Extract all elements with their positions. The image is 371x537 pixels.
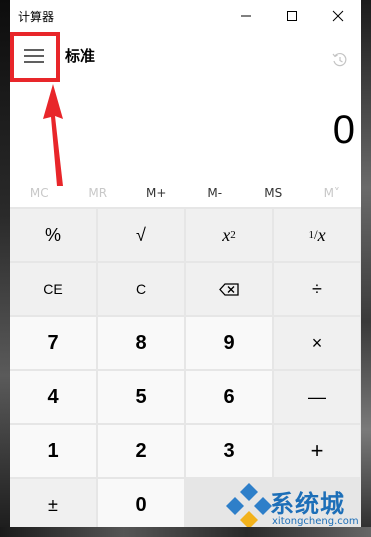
negate-button[interactable]: ±: [10, 479, 96, 527]
memory-store-button[interactable]: MS: [244, 179, 303, 207]
backspace-button[interactable]: [186, 263, 272, 315]
digit-8-button[interactable]: 8: [98, 317, 184, 369]
clear-button[interactable]: C: [98, 263, 184, 315]
memory-subtract-button[interactable]: M-: [186, 179, 245, 207]
watermark-logo-icon: [226, 483, 272, 527]
close-icon: [332, 10, 344, 22]
digit-7-button[interactable]: 7: [10, 317, 96, 369]
history-icon: [332, 52, 347, 67]
history-button[interactable]: [328, 48, 352, 72]
digit-0-button[interactable]: 0: [98, 479, 184, 527]
square-base: x: [222, 224, 231, 245]
minimize-icon: [241, 15, 251, 17]
watermark-url: xitongcheng.com: [272, 516, 359, 527]
divide-button[interactable]: ÷: [274, 263, 360, 315]
minimize-button[interactable]: [223, 0, 269, 32]
memory-clear-button[interactable]: MC: [10, 179, 69, 207]
digit-5-button[interactable]: 5: [98, 371, 184, 423]
calculator-window: 计算器 标准 0 MC MR M+ M- MS M˅ % √ x 2 1 / x…: [10, 0, 361, 527]
window-title: 计算器: [18, 10, 55, 24]
annotation-highlight-box: [10, 32, 60, 82]
watermark: 系统城 xitongcheng.com: [225, 478, 361, 527]
backspace-icon: [219, 282, 239, 296]
percent-button[interactable]: %: [10, 209, 96, 261]
watermark-text: 系统城: [270, 490, 345, 518]
digit-3-button[interactable]: 3: [186, 425, 272, 477]
clear-entry-button[interactable]: CE: [10, 263, 96, 315]
maximize-button[interactable]: [269, 0, 315, 32]
square-exponent: 2: [230, 229, 236, 241]
background-bottom: [0, 527, 371, 537]
memory-recall-button[interactable]: MR: [69, 179, 128, 207]
background-right: [361, 0, 371, 537]
result-display: 0: [332, 108, 355, 152]
digit-9-button[interactable]: 9: [186, 317, 272, 369]
digit-2-button[interactable]: 2: [98, 425, 184, 477]
digit-1-button[interactable]: 1: [10, 425, 96, 477]
square-button[interactable]: x2: [186, 209, 272, 261]
mode-title: 标准: [65, 47, 96, 65]
memory-add-button[interactable]: M+: [127, 179, 186, 207]
memory-row: MC MR M+ M- MS M˅: [10, 179, 361, 207]
digit-6-button[interactable]: 6: [186, 371, 272, 423]
title-bar: 计算器: [10, 0, 361, 32]
memory-list-button[interactable]: M˅: [303, 179, 362, 207]
reciprocal-denominator: x: [317, 224, 326, 245]
add-button[interactable]: +: [274, 425, 360, 477]
subtract-button[interactable]: —: [274, 371, 360, 423]
background-left: [0, 0, 10, 537]
reciprocal-button[interactable]: 1/x: [274, 209, 360, 261]
digit-4-button[interactable]: 4: [10, 371, 96, 423]
calculator-header-area: 标准 0 MC MR M+ M- MS M˅: [10, 32, 361, 207]
square-root-button[interactable]: √: [98, 209, 184, 261]
multiply-button[interactable]: ×: [274, 317, 360, 369]
maximize-icon: [287, 11, 297, 21]
close-button[interactable]: [315, 0, 361, 32]
